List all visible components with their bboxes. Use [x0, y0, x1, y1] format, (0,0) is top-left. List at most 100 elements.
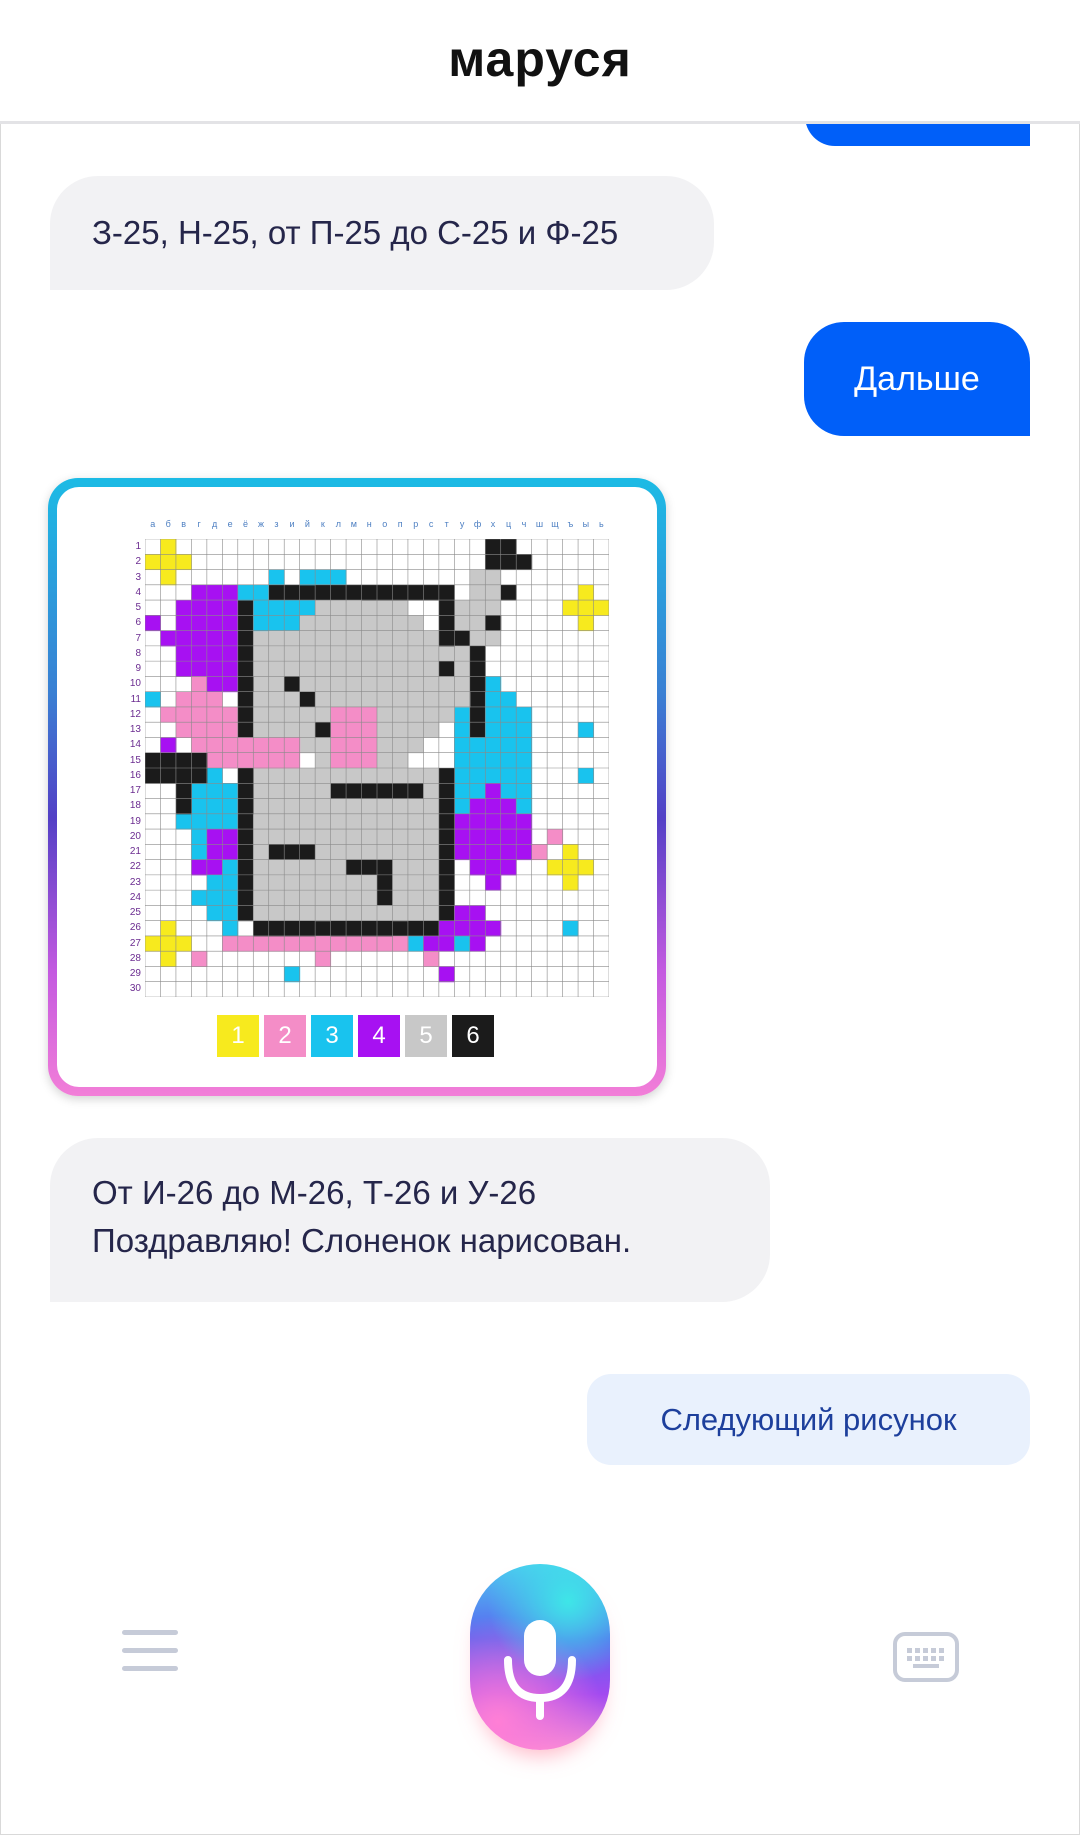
pixel-cell [438, 920, 455, 937]
pixel-cell [284, 813, 301, 830]
column-letter: ё [243, 519, 249, 529]
column-letter: щ [551, 519, 559, 529]
suggestion-chip[interactable]: Следующий рисунок [587, 1374, 1030, 1465]
pixel-cell [377, 783, 393, 800]
pixel-cell [593, 600, 609, 616]
pixel-cell [268, 905, 285, 922]
message-line: От И-26 до М-26, Т-26 и У-26 [92, 1174, 537, 1211]
pixel-cell [454, 813, 471, 830]
pixel-cell [407, 630, 424, 647]
pixel-cell [253, 905, 270, 922]
pixel-cell [407, 615, 424, 632]
pixel-cell [500, 539, 517, 555]
menu-icon[interactable] [122, 1630, 178, 1680]
pixel-cell [547, 829, 564, 845]
pixel-cell [284, 722, 301, 738]
keyboard-keys [907, 1648, 944, 1668]
pixel-cell [268, 645, 285, 662]
pixel-cell [222, 813, 239, 830]
pixel-cell [284, 905, 301, 922]
pixel-cell [315, 645, 332, 662]
row-number: 6 [135, 617, 141, 629]
pixel-cell [237, 768, 254, 784]
pixel-cell [330, 706, 347, 723]
pixel-cell [253, 768, 270, 784]
pixel-cell [206, 676, 223, 693]
pixel-cell [160, 539, 177, 555]
pixel-cell [222, 645, 239, 662]
pixel-cell [346, 676, 363, 693]
pixel-cell [175, 752, 192, 769]
pixel-cell [191, 615, 208, 632]
row-number: 10 [129, 678, 141, 690]
pixel-cell [315, 813, 332, 830]
pixel-cell [237, 584, 254, 601]
pixel-cell [299, 859, 316, 876]
pixel-cell [315, 584, 332, 601]
pixel-cell [392, 615, 409, 632]
pixel-cell [361, 615, 378, 632]
pixel-cell [253, 584, 270, 601]
pixel-cell [438, 783, 455, 800]
pixel-cell [485, 813, 502, 830]
pixel-cell [423, 798, 440, 815]
pixel-cell [562, 874, 579, 891]
pixel-cell [299, 584, 316, 601]
column-letter: б [165, 519, 171, 529]
row-number: 5 [135, 602, 141, 613]
pixel-cell [346, 874, 363, 891]
pixel-cell [253, 661, 270, 677]
pixel-cell [516, 783, 533, 800]
pixel-cell [284, 844, 301, 861]
pixel-cell [361, 645, 378, 662]
pixel-cell [284, 691, 301, 708]
pixel-cell [578, 584, 595, 601]
pixel-cell [500, 722, 517, 738]
pixel-cell [361, 706, 378, 723]
pixel-cell [500, 554, 517, 571]
pixel-cell [407, 645, 424, 662]
pixel-cell [330, 874, 347, 891]
pixel-cell [284, 645, 301, 662]
pixel-cell [206, 661, 223, 677]
pixel-cell [469, 722, 486, 738]
pixel-cell [454, 676, 471, 693]
pixel-cell [206, 783, 223, 800]
pixel-cell [392, 829, 409, 845]
pixel-cell [392, 752, 409, 769]
pixel-cell [469, 584, 486, 601]
pixel-cell [469, 676, 486, 693]
pixel-cell [438, 600, 455, 616]
pixel-cell [361, 844, 378, 861]
pixel-cell [191, 645, 208, 662]
pixel-cell [485, 752, 502, 769]
pixel-cell [454, 935, 471, 952]
pixel-cell [268, 920, 285, 937]
pixel-cell [237, 752, 254, 769]
pixel-cell [438, 813, 455, 830]
pixel-cell [392, 584, 409, 601]
pixel-cell [407, 844, 424, 861]
pixel-cell [377, 584, 393, 601]
pixel-cell [299, 737, 316, 754]
pixel-cell [469, 615, 486, 632]
column-letter: ь [598, 519, 604, 529]
pixel-cell [330, 645, 347, 662]
pixel-cell [377, 829, 393, 845]
pixel-cell [423, 951, 440, 967]
pixel-cell [330, 768, 347, 784]
pixel-cell [330, 600, 347, 616]
pixel-cell [454, 829, 471, 845]
pixel-cell [268, 569, 285, 586]
voice-input-button[interactable] [470, 1564, 610, 1750]
pixel-cell [222, 829, 239, 845]
row-number: 15 [129, 754, 141, 766]
keyboard-icon[interactable] [893, 1632, 959, 1682]
pixel-cell [562, 844, 579, 861]
pixel-cell [423, 844, 440, 861]
coloring-image-card[interactable]: абвгдеёжзийклмнопрстуфхцчшщъыь 123456789… [48, 478, 666, 1096]
pixel-cell [330, 661, 347, 677]
pixel-cell [284, 920, 301, 937]
pixel-cell [392, 661, 409, 677]
row-number: 7 [135, 632, 141, 644]
